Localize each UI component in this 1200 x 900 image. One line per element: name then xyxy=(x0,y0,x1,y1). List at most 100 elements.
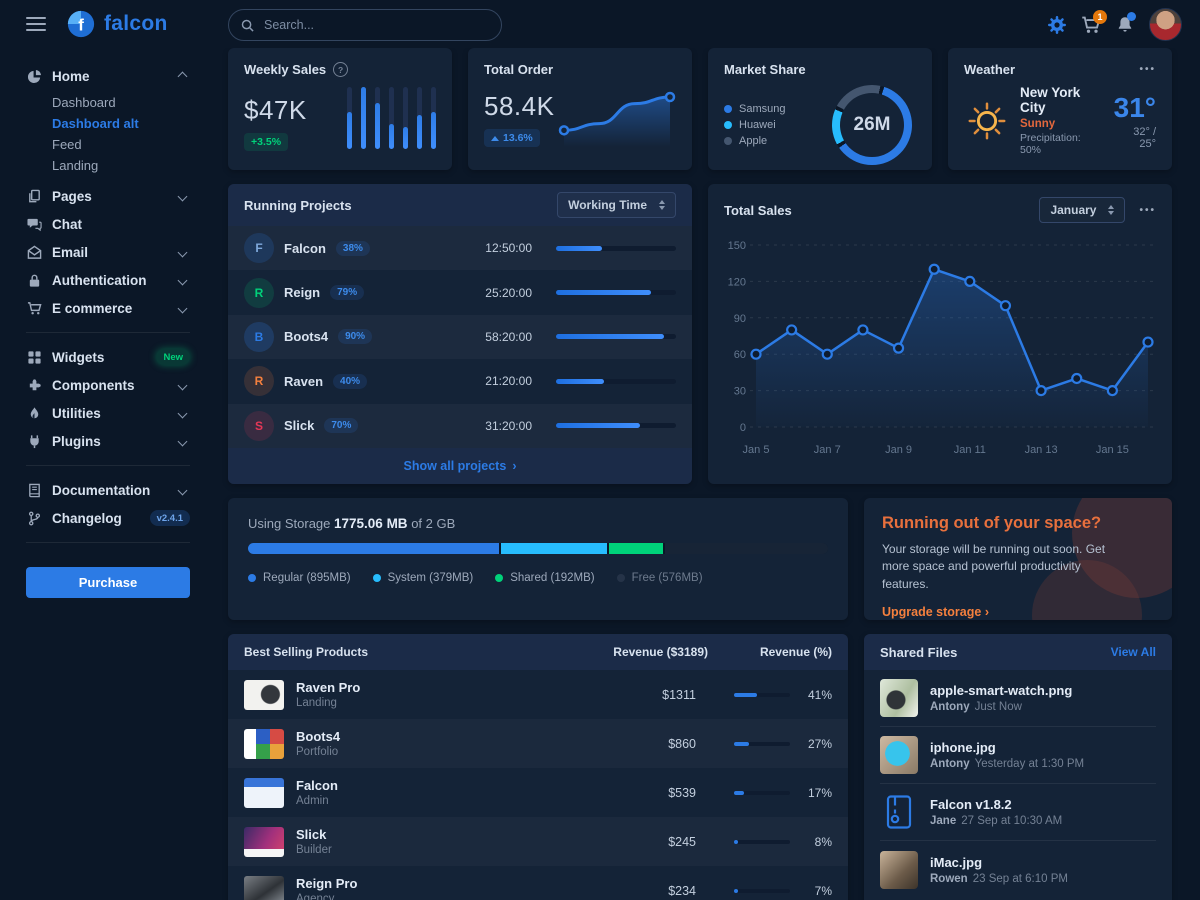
sidebar-nav: Home Dashboard Dashboard alt Feed Landin… xyxy=(0,48,212,900)
project-time: 12:50:00 xyxy=(485,241,532,255)
product-name[interactable]: Boots4 xyxy=(296,729,340,744)
project-name[interactable]: Raven xyxy=(284,374,323,389)
product-price: $245 xyxy=(586,835,696,849)
cart-count-badge: 1 xyxy=(1093,10,1107,24)
show-all-projects-link[interactable]: Show all projects› xyxy=(228,448,692,484)
user-avatar[interactable] xyxy=(1149,8,1182,41)
project-time: 58:20:00 xyxy=(485,330,532,344)
file-item: iphone.jpg AntonyYesterday at 1:30 PM xyxy=(880,727,1156,784)
main-content: Weekly Sales ? $47K +3.5% Total Order 58… xyxy=(212,48,1200,900)
sidebar-item-feed[interactable]: Feed xyxy=(52,134,190,155)
file-name[interactable]: Falcon v1.8.2 xyxy=(930,797,1062,812)
project-name[interactable]: Falcon xyxy=(284,241,326,256)
cart-icon[interactable]: 1 xyxy=(1081,15,1101,35)
card-title: Running Projects xyxy=(244,198,352,213)
search-input[interactable] xyxy=(262,17,446,33)
falcon-logo[interactable]: f falcon xyxy=(66,9,168,39)
search-icon xyxy=(241,19,254,32)
storage-segment-free xyxy=(665,543,828,554)
chevron-down-icon xyxy=(178,380,188,390)
sidebar-item-dashboard[interactable]: Dashboard xyxy=(52,92,190,113)
chevron-down-icon xyxy=(178,436,188,446)
sidebar-item-chat[interactable]: Chat xyxy=(26,210,190,238)
project-time: 21:20:00 xyxy=(485,374,532,388)
sidebar-item-email[interactable]: Email xyxy=(26,238,190,266)
file-item: Falcon v1.8.2 Jane27 Sep at 10:30 AM xyxy=(880,784,1156,841)
notifications-bell-icon[interactable] xyxy=(1115,15,1135,35)
flame-icon xyxy=(26,405,42,421)
sidebar-item-utilities[interactable]: Utilities xyxy=(26,399,190,427)
project-percent-badge: 40% xyxy=(333,374,367,389)
product-name[interactable]: Falcon xyxy=(296,778,338,793)
product-name[interactable]: Reign Pro xyxy=(296,876,357,891)
working-time-select[interactable]: Working Time xyxy=(557,192,676,218)
hamburger-menu-icon[interactable] xyxy=(26,13,46,35)
info-icon[interactable]: ? xyxy=(333,62,348,77)
project-percent-badge: 70% xyxy=(324,418,358,433)
table-row: Slick Builder $245 8% xyxy=(228,817,848,866)
market-share-donut-chart: 26M xyxy=(832,85,912,165)
product-category[interactable]: Portfolio xyxy=(296,746,340,758)
revenue-percent: 8% xyxy=(800,835,832,849)
sidebar-item-changelog[interactable]: Changelog v2.4.1 xyxy=(26,504,190,532)
zip-file-icon xyxy=(880,793,918,831)
product-category[interactable]: Builder xyxy=(296,844,332,856)
best-selling-products-card: Best Selling Products Revenue ($3189) Re… xyxy=(228,634,848,900)
sidebar-item-components[interactable]: Components xyxy=(26,371,190,399)
product-category[interactable]: Agency xyxy=(296,893,357,900)
total-order-value: 58.4K xyxy=(484,91,554,122)
sidebar-item-dashboard-alt[interactable]: Dashboard alt xyxy=(52,113,190,134)
best-selling-table-body: Raven Pro Landing $1311 41% Boots4 Portf… xyxy=(228,670,848,900)
sidebar-item-landing[interactable]: Landing xyxy=(52,155,190,176)
product-price: $1311 xyxy=(586,688,696,702)
pages-icon xyxy=(26,188,42,204)
sidebar-item-documentation[interactable]: Documentation xyxy=(26,476,190,504)
chevron-right-icon: › xyxy=(512,459,516,473)
revenue-percent: 17% xyxy=(800,786,832,800)
donut-center-label: 26M xyxy=(832,85,912,165)
file-name[interactable]: iphone.jpg xyxy=(930,740,1084,755)
product-name[interactable]: Raven Pro xyxy=(296,680,360,695)
product-category[interactable]: Admin xyxy=(296,795,338,807)
weekly-sales-bar-chart xyxy=(347,87,436,149)
card-menu-icon[interactable]: ••• xyxy=(1139,64,1156,75)
project-name[interactable]: Boots4 xyxy=(284,329,328,344)
weekly-sales-card: Weekly Sales ? $47K +3.5% xyxy=(228,48,452,170)
product-name[interactable]: Slick xyxy=(296,827,332,842)
card-title: Shared Files xyxy=(880,645,957,660)
project-row: F Falcon 38% 12:50:00 xyxy=(228,226,692,270)
sidebar-item-home[interactable]: Home xyxy=(26,62,190,90)
project-time: 31:20:00 xyxy=(485,419,532,433)
new-badge: New xyxy=(156,349,190,365)
table-row: Boots4 Portfolio $860 27% xyxy=(228,719,848,768)
storage-card: Using Storage 1775.06 MB of 2 GB Regular… xyxy=(228,498,848,620)
card-title: Total Sales xyxy=(724,203,792,218)
view-all-link[interactable]: View All xyxy=(1111,645,1156,659)
project-percent-badge: 79% xyxy=(330,285,364,300)
file-item: apple-smart-watch.png AntonyJust Now xyxy=(880,670,1156,727)
shared-files-card: Shared Files View All apple-smart-watch.… xyxy=(864,634,1172,900)
sidebar-item-authentication[interactable]: Authentication xyxy=(26,266,190,294)
sidebar-item-pages[interactable]: Pages xyxy=(26,182,190,210)
revenue-progress-bar xyxy=(734,889,790,893)
sidebar-item-plugins[interactable]: Plugins xyxy=(26,427,190,455)
file-owner: Rowen xyxy=(930,873,968,885)
sidebar-item-widgets[interactable]: Widgets New xyxy=(26,343,190,371)
svg-text:90: 90 xyxy=(734,313,746,325)
sidebar-item-ecommerce[interactable]: E commerce xyxy=(26,294,190,322)
file-name[interactable]: apple-smart-watch.png xyxy=(930,683,1072,698)
purchase-button[interactable]: Purchase xyxy=(26,567,190,598)
search-box[interactable] xyxy=(228,9,502,41)
upgrade-storage-link[interactable]: Upgrade storage › xyxy=(882,605,989,619)
file-name[interactable]: iMac.jpg xyxy=(930,855,1068,870)
product-category[interactable]: Landing xyxy=(296,697,360,709)
project-progress-bar xyxy=(556,290,676,295)
month-select[interactable]: January xyxy=(1039,197,1125,223)
revenue-percent: 27% xyxy=(800,737,832,751)
card-menu-icon[interactable]: ••• xyxy=(1139,205,1156,216)
project-name[interactable]: Slick xyxy=(284,418,314,433)
project-avatar: F xyxy=(244,233,274,263)
settings-gear-icon[interactable] xyxy=(1047,15,1067,35)
weather-precipitation: Precipitation: 50% xyxy=(1020,132,1104,156)
project-name[interactable]: Reign xyxy=(284,285,320,300)
